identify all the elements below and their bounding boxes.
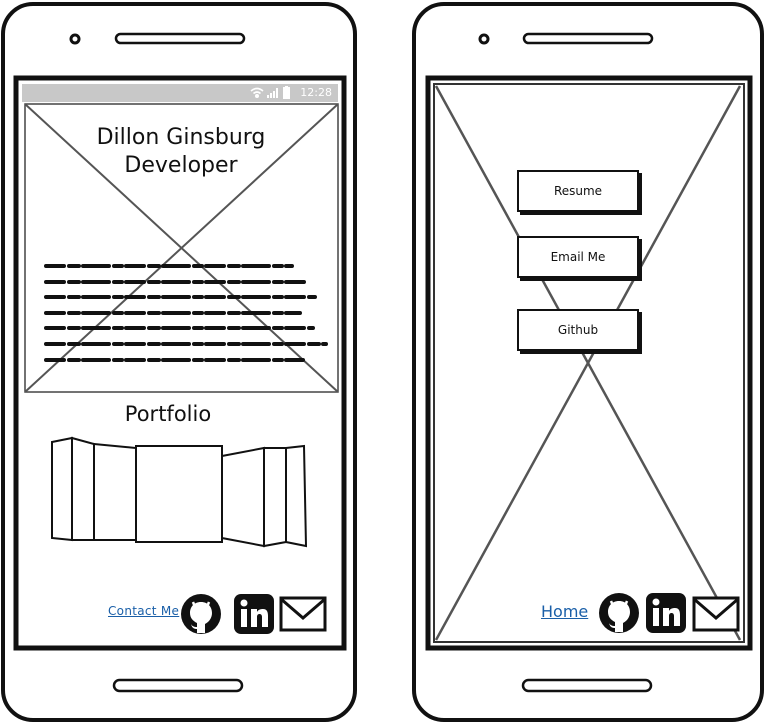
bio-scribble-text (44, 264, 328, 362)
linkedin-icon[interactable] (645, 592, 687, 634)
wifi-icon (250, 87, 264, 99)
resume-button[interactable]: Resume (517, 170, 639, 212)
carousel-card-center[interactable] (135, 445, 223, 543)
right-phone-camera (478, 33, 490, 45)
github-button[interactable]: Github (517, 309, 639, 351)
left-phone-speaker (114, 32, 246, 45)
home-link[interactable]: Home (541, 602, 588, 621)
battery-icon (283, 86, 290, 99)
right-phone-speaker (522, 32, 654, 45)
status-time: 12:28 (300, 86, 332, 99)
linkedin-icon[interactable] (233, 593, 275, 635)
carousel-card-right-3[interactable] (285, 444, 308, 548)
github-icon[interactable] (180, 593, 222, 635)
carousel-card-right-1[interactable] (221, 446, 265, 548)
background-image-placeholder (433, 83, 745, 643)
right-phone-home-button (521, 678, 653, 693)
contact-me-link[interactable]: Contact Me (108, 604, 179, 618)
left-phone-home-button (112, 678, 244, 693)
carousel-card-right-2[interactable] (263, 447, 287, 548)
carousel-card-left-2[interactable] (71, 436, 95, 541)
signal-icon (267, 88, 278, 98)
status-icons (250, 86, 290, 99)
page-title-role: Developer (124, 153, 238, 178)
portfolio-carousel[interactable] (51, 436, 308, 548)
mail-icon[interactable] (279, 594, 327, 634)
carousel-card-left-1[interactable] (93, 442, 137, 541)
mail-icon[interactable] (692, 594, 740, 634)
portfolio-heading: Portfolio (124, 402, 212, 426)
github-icon[interactable] (598, 592, 640, 634)
page-title-name: Dillon Ginsburg (96, 125, 266, 150)
email-me-button[interactable]: Email Me (517, 236, 639, 278)
status-bar: 12:28 (22, 84, 338, 102)
left-phone-camera (69, 33, 81, 45)
carousel-card-left-3[interactable] (51, 436, 73, 542)
